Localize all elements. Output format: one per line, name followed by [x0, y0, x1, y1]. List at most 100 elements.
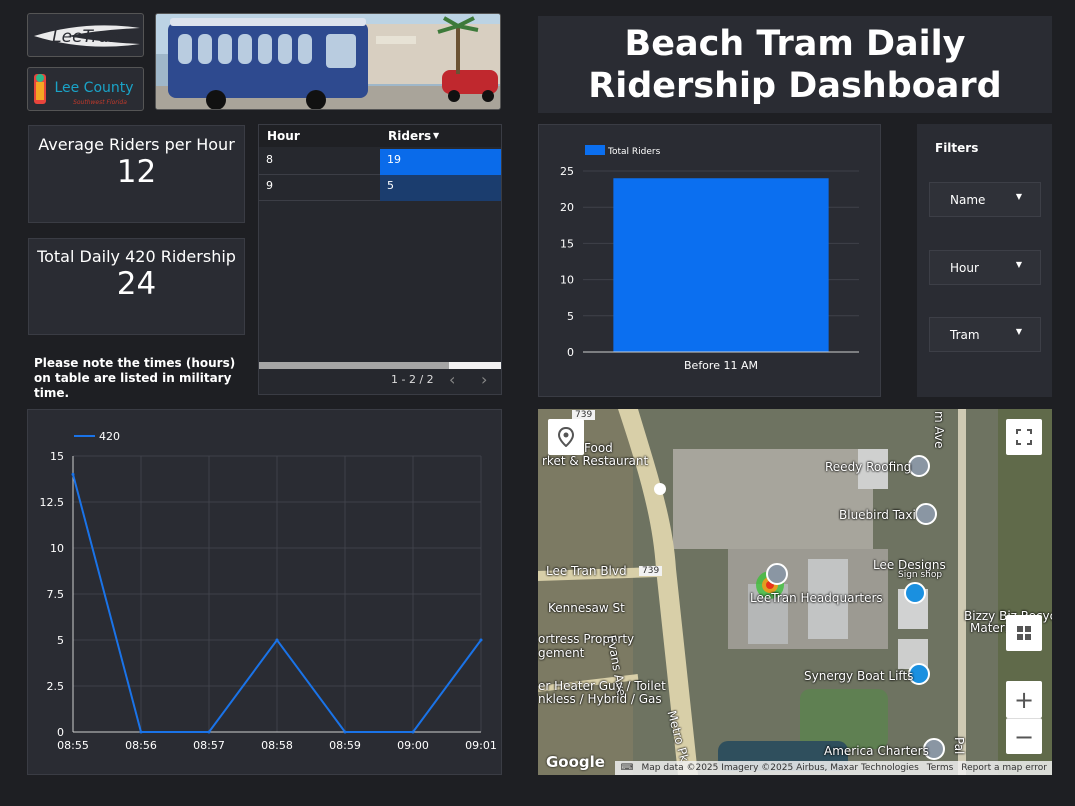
x-tick-label: 08:55: [57, 739, 89, 752]
bar-chart: 0 5 10 15 20 25 Total Riders Before 11 AM: [560, 145, 859, 372]
kpi-total-ridership: Total Daily 420 Ridership 24: [28, 238, 245, 335]
y-tick-label: 2.5: [47, 680, 65, 693]
data-point: [207, 730, 211, 734]
line-chart: 0 2.5 5 7.5 10 12.5 15 08:55 08:56 08:57 08:58 08:5…: [40, 430, 497, 752]
y-tick-label: 15: [50, 450, 64, 463]
table-header: Hour Riders ▼: [259, 125, 501, 147]
filter-label: Hour: [950, 261, 979, 275]
x-tick-label: 08:58: [261, 739, 293, 752]
bar-chart-panel: 0 5 10 15 20 25 Total Riders Before 11 AM: [538, 124, 881, 397]
cell-riders: 19: [380, 149, 501, 175]
legend-label: 420: [99, 430, 120, 443]
column-header-riders[interactable]: Riders: [388, 129, 431, 143]
y-tick-label: 20: [560, 201, 574, 214]
dashboard-title: Beach Tram Daily Ridership Dashboard: [538, 16, 1052, 113]
filter-hour-dropdown[interactable]: Hour ▼: [929, 250, 1041, 285]
chevron-right-icon[interactable]: ›: [481, 370, 487, 389]
table-row[interactable]: 9 5: [259, 175, 501, 201]
x-tick-label: 08:59: [329, 739, 361, 752]
x-tick-label: 08:56: [125, 739, 157, 752]
kpi-label: Average Riders per Hour: [38, 135, 235, 154]
map-label: Reedy Roofing: [825, 460, 912, 474]
y-tick-label: 7.5: [47, 588, 65, 601]
fullscreen-icon[interactable]: [1006, 419, 1042, 455]
map-attribution: Map data ©2025 Imagery ©2025 Airbus, Max…: [641, 763, 919, 773]
y-tick-label: 0: [57, 726, 64, 739]
y-tick-label: 10: [50, 542, 64, 555]
map-label: gement: [538, 646, 585, 660]
lee-county-logo: Lee County Southwest Florida: [27, 67, 144, 111]
zoom-out-icon[interactable]: −: [1006, 718, 1042, 754]
map-label: rket & Restaurant: [542, 454, 649, 468]
zoom-in-icon[interactable]: +: [1006, 681, 1042, 718]
y-tick-label: 15: [560, 237, 574, 250]
keyboard-icon[interactable]: ⌨: [620, 763, 633, 773]
report-map-error-link[interactable]: Report a map error: [961, 763, 1047, 773]
y-tick-label: 12.5: [40, 496, 65, 509]
leetran-logo: LeeTran: [27, 13, 144, 57]
y-tick-label: 0: [567, 346, 574, 359]
dropdown-arrow-icon: ▼: [1015, 260, 1022, 269]
map-label: Kennesaw St: [548, 601, 625, 615]
map-label: Food: [584, 441, 613, 455]
kpi-label: Total Daily 420 Ridership: [37, 247, 236, 266]
leetran-logo-text: LeeTran: [52, 27, 120, 47]
dropdown-arrow-icon: ▼: [1015, 327, 1022, 336]
data-point: [343, 730, 347, 734]
caret-down-icon[interactable]: ▼: [433, 131, 439, 140]
y-tick-label: 25: [560, 165, 574, 178]
filters-title: Filters: [935, 141, 979, 155]
data-point: [479, 638, 483, 642]
filter-tram-dropdown[interactable]: Tram ▼: [929, 317, 1041, 352]
map-label: m Ave: [932, 411, 946, 449]
svg-text:Southwest Florida: Southwest Florida: [73, 99, 127, 106]
terms-link[interactable]: Terms: [927, 763, 954, 773]
cell-riders: 5: [380, 175, 501, 201]
chevron-left-icon[interactable]: ‹: [449, 370, 455, 389]
kpi-value: 24: [116, 266, 157, 302]
google-logo: Google: [546, 753, 605, 771]
x-tick-label: 08:57: [193, 739, 225, 752]
legend-swatch: [585, 145, 605, 155]
bar: [613, 178, 829, 352]
dropdown-arrow-icon: ▼: [1015, 192, 1022, 201]
map-attribution-bar: ⌨ Map data ©2025 Imagery ©2025 Airbus, M…: [615, 761, 1052, 775]
tram-photo: [155, 13, 501, 110]
y-tick-label: 5: [57, 634, 64, 647]
map-label: er Heater Guy / Toilet: [538, 679, 666, 693]
map-panel[interactable]: 739 Food rket & Restaurant Reedy Roofing…: [538, 409, 1052, 775]
legend-label: Total Riders: [607, 147, 661, 157]
data-point: [275, 638, 279, 642]
filter-name-dropdown[interactable]: Name ▼: [929, 182, 1041, 217]
map-label: LeeTran Headquarters: [750, 591, 883, 605]
layers-grid-icon[interactable]: [1006, 615, 1042, 651]
military-time-note: Please note the times (hours) on table a…: [34, 356, 236, 400]
data-point: [71, 472, 75, 476]
map-label: America Charters: [824, 744, 929, 758]
column-header-hour[interactable]: Hour: [267, 129, 300, 143]
map-label: Synergy Boat Lifts: [804, 669, 914, 683]
y-tick-label: 10: [560, 274, 574, 287]
line-chart-panel: 0 2.5 5 7.5 10 12.5 15 08:55 08:56 08:57 08:58 08:5…: [27, 409, 502, 775]
pagination-label: 1 - 2 / 2: [391, 373, 434, 386]
x-tick-label: 09:00: [397, 739, 429, 752]
kpi-average-riders: Average Riders per Hour 12: [28, 125, 245, 223]
data-point: [411, 730, 415, 734]
table-row[interactable]: 8 19: [259, 149, 501, 175]
x-tick-label: Before 11 AM: [684, 359, 758, 372]
ridership-table: Hour Riders ▼ 8 19 9 5 1 - 2 / 2 ‹ ›: [258, 124, 502, 395]
filters-panel: Filters Name ▼ Hour ▼ Tram ▼: [917, 124, 1052, 397]
kpi-value: 12: [116, 154, 157, 190]
map-label: nkless / Hybrid / Gas: [538, 692, 662, 706]
horizontal-scrollbar[interactable]: [259, 362, 501, 369]
filter-label: Tram: [950, 328, 980, 342]
location-pin-icon[interactable]: [548, 419, 584, 455]
map-label: Pal: [952, 737, 966, 755]
filter-label: Name: [950, 193, 986, 207]
cell-hour: 8: [266, 153, 273, 166]
data-point: [139, 730, 143, 734]
x-tick-label: 09:01: [465, 739, 497, 752]
map-label-road: 739: [639, 566, 663, 576]
cell-hour: 9: [266, 179, 273, 192]
y-tick-label: 5: [567, 310, 574, 323]
